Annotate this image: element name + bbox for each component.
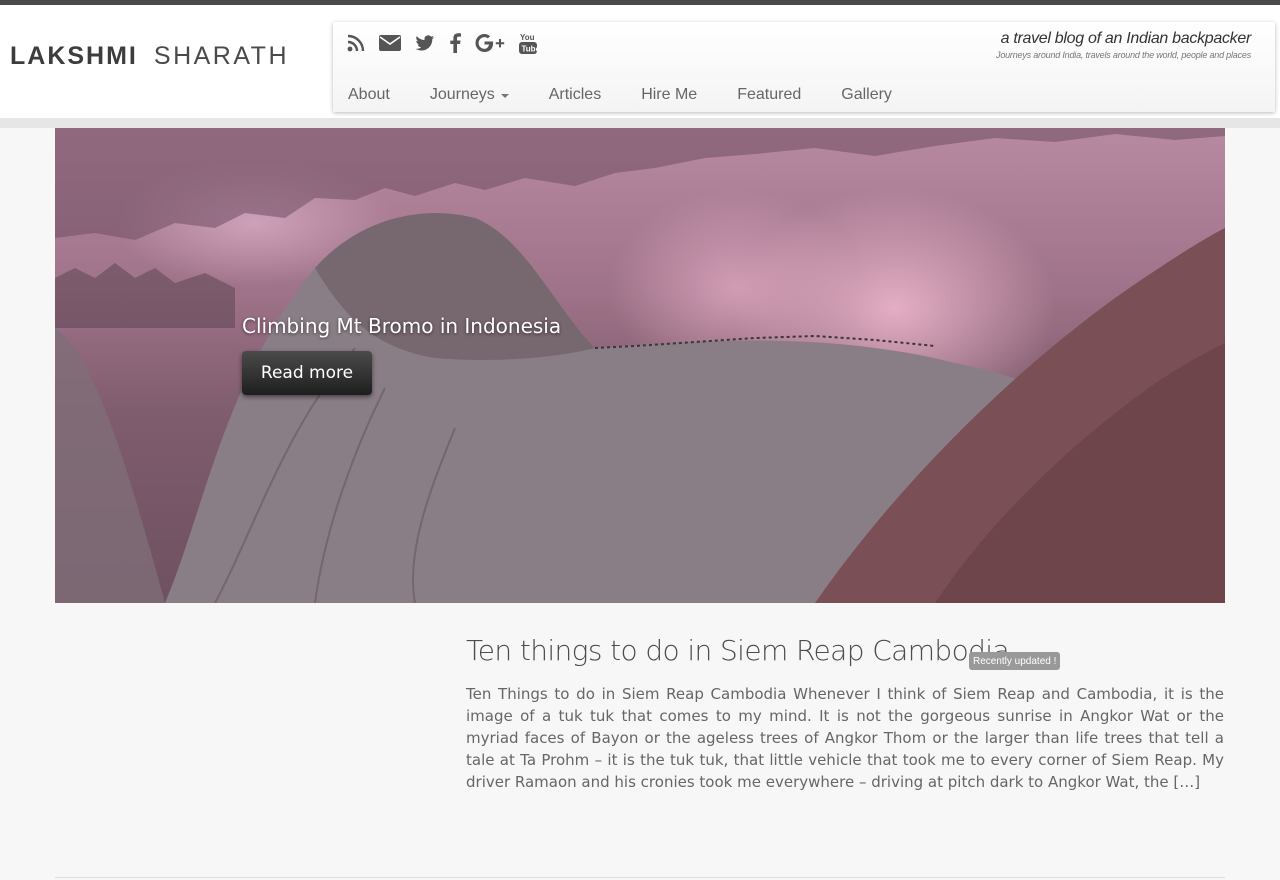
post-excerpt: Ten Things to do in Siem Reap Cambodia W… [466, 685, 1224, 791]
main-menu: About Journeys Articles Hire Me Featured… [348, 86, 932, 104]
tagline-main: a travel blog of an Indian backpacker [1000, 30, 1252, 47]
svg-text:You: You [520, 33, 535, 42]
svg-text:Tube: Tube [522, 45, 538, 54]
hero-title[interactable]: Climbing Mt Bromo in Indonesia [242, 314, 561, 338]
site-logo[interactable]: LAKSHMI SHARATH [10, 41, 289, 71]
envelope-icon[interactable] [379, 34, 401, 52]
twitter-icon[interactable] [415, 34, 435, 52]
navigation-box: You Tube a travel blog of an Indian back… [333, 22, 1275, 112]
google-plus-icon[interactable] [475, 33, 505, 53]
facebook-icon[interactable] [449, 33, 461, 53]
nav-hire-me[interactable]: Hire Me [641, 86, 697, 104]
hero-image [55, 128, 1225, 603]
nav-about[interactable]: About [348, 86, 390, 104]
header-divider [0, 118, 1280, 128]
logo-last-name: SHARATH [153, 41, 289, 70]
rss-icon[interactable] [347, 34, 365, 52]
caret-down-icon [500, 94, 509, 98]
nav-articles[interactable]: Articles [549, 86, 601, 104]
nav-journeys[interactable]: Journeys [430, 86, 509, 104]
recently-updated-badge: Recently updated ! [969, 652, 1061, 670]
nav-gallery[interactable]: Gallery [841, 86, 892, 104]
hero-slider[interactable]: Climbing Mt Bromo in Indonesia Read more [55, 128, 1225, 603]
nav-journeys-label: Journeys [429, 86, 495, 103]
tagline-sub: Journeys around India, travels around th… [996, 50, 1251, 60]
social-icons: You Tube [347, 30, 551, 56]
site-tagline: a travel blog of an Indian backpacker Jo… [996, 30, 1251, 60]
post-title[interactable]: Ten things to do in Siem Reap Cambodia [466, 634, 1010, 667]
nav-featured[interactable]: Featured [737, 86, 801, 104]
logo-first-name: LAKSHMI [10, 41, 138, 70]
youtube-icon[interactable]: You Tube [519, 32, 537, 54]
site-header: LAKSHMI SHARATH You Tub a travel blog of… [0, 5, 1280, 118]
read-more-button[interactable]: Read more [242, 351, 372, 395]
content-divider [55, 877, 1225, 878]
